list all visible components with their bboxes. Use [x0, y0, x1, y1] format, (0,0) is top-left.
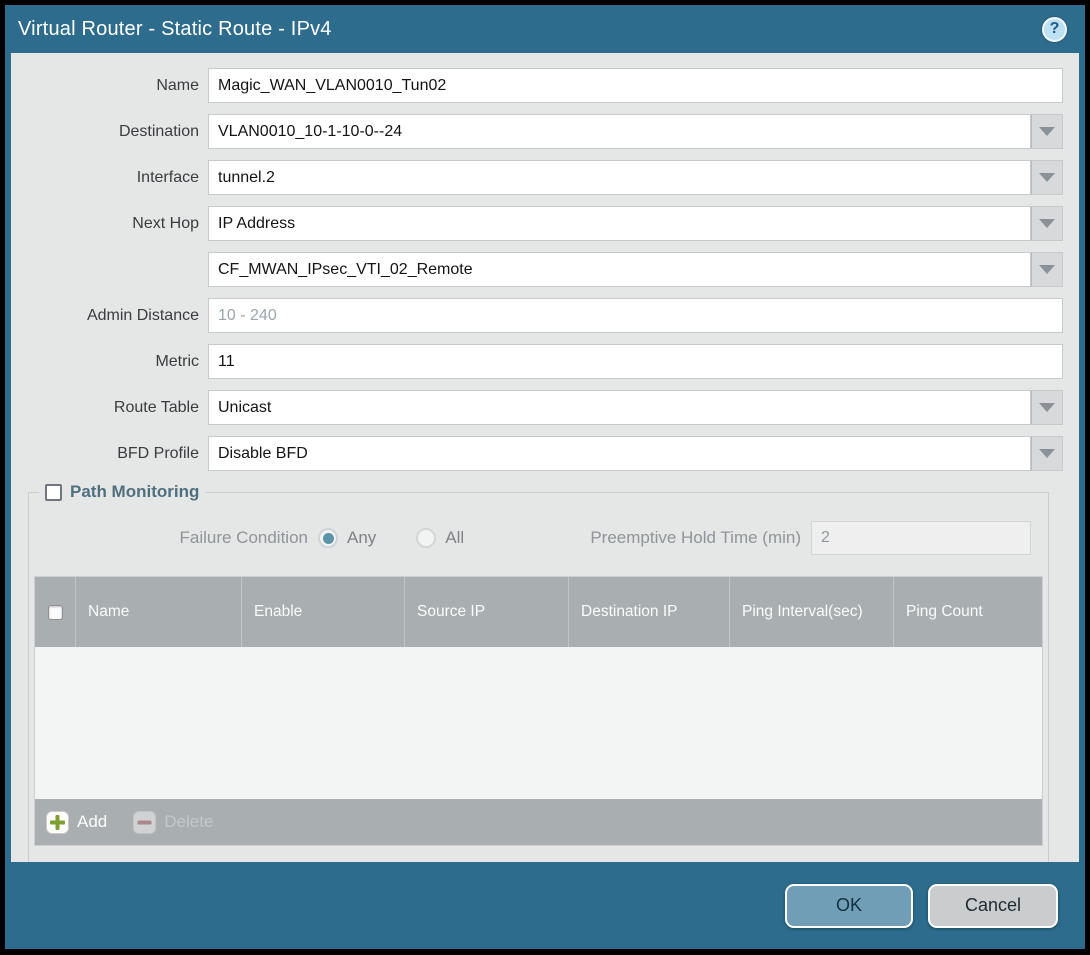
table-body-empty [35, 647, 1042, 799]
next-hop-address-dropdown-button[interactable] [1031, 252, 1063, 287]
dialog-body: Name Destination Interface [11, 53, 1079, 862]
add-button-label: Add [77, 812, 107, 832]
chevron-down-icon [1039, 449, 1055, 458]
route-table-dropdown-button[interactable] [1031, 390, 1063, 425]
chevron-down-icon [1039, 219, 1055, 228]
name-input[interactable] [208, 68, 1063, 103]
radio-all-label: All [445, 528, 464, 548]
destination-dropdown-button[interactable] [1031, 114, 1063, 149]
add-button[interactable]: Add [46, 811, 107, 834]
plus-icon [46, 811, 69, 834]
failure-condition-all-radio[interactable]: All [416, 528, 464, 548]
path-monitoring-checkbox[interactable] [45, 484, 62, 501]
column-header-ping-count[interactable]: Ping Count [893, 577, 1042, 647]
bfd-profile-input[interactable] [208, 436, 1031, 471]
delete-button-label: Delete [164, 812, 213, 832]
interface-label: Interface [11, 169, 208, 187]
column-header-name[interactable]: Name [75, 577, 241, 647]
route-table-input[interactable] [208, 390, 1031, 425]
minus-icon [133, 811, 156, 834]
ok-button[interactable]: OK [785, 884, 913, 928]
next-hop-address-row [11, 252, 1063, 287]
destination-label: Destination [11, 123, 208, 141]
preemptive-hold-time-input[interactable] [811, 521, 1031, 555]
path-monitoring-legend: Path Monitoring [39, 482, 205, 502]
bfd-profile-dropdown-button[interactable] [1031, 436, 1063, 471]
column-header-source-ip[interactable]: Source IP [404, 577, 568, 647]
path-monitoring-section: Path Monitoring Failure Condition Any Al… [28, 482, 1049, 862]
name-row: Name [11, 68, 1063, 103]
radio-icon [318, 528, 338, 548]
dialog-titlebar: Virtual Router - Static Route - IPv4 ? [5, 5, 1085, 53]
route-table-row: Route Table [11, 390, 1063, 425]
dialog-footer: OK Cancel [5, 862, 1085, 949]
destination-row: Destination [11, 114, 1063, 149]
metric-row: Metric [11, 344, 1063, 379]
route-table-label: Route Table [11, 399, 208, 417]
table-toolbar: Add Delete [35, 799, 1042, 845]
chevron-down-icon [1039, 173, 1055, 182]
failure-condition-label: Failure Condition [33, 528, 318, 548]
path-monitoring-title: Path Monitoring [70, 482, 199, 502]
select-all-column [35, 577, 75, 647]
next-hop-row: Next Hop [11, 206, 1063, 241]
next-hop-address-input[interactable] [208, 252, 1031, 287]
cancel-button[interactable]: Cancel [928, 884, 1058, 928]
chevron-down-icon [1039, 403, 1055, 412]
help-icon[interactable]: ? [1042, 17, 1067, 42]
next-hop-type-dropdown-button[interactable] [1031, 206, 1063, 241]
interface-dropdown-button[interactable] [1031, 160, 1063, 195]
dialog-title: Virtual Router - Static Route - IPv4 [18, 18, 1042, 41]
delete-button[interactable]: Delete [133, 811, 213, 834]
radio-icon [416, 528, 436, 548]
path-monitoring-table: Name Enable Source IP Destination IP Pin… [34, 576, 1043, 846]
bfd-profile-row: BFD Profile [11, 436, 1063, 471]
metric-label: Metric [11, 353, 208, 371]
admin-distance-label: Admin Distance [11, 307, 208, 325]
table-header-row: Name Enable Source IP Destination IP Pin… [35, 577, 1042, 647]
admin-distance-row: Admin Distance [11, 298, 1063, 333]
chevron-down-icon [1039, 127, 1055, 136]
preemptive-hold-time-label: Preemptive Hold Time (min) [504, 528, 811, 548]
next-hop-type-input[interactable] [208, 206, 1031, 241]
interface-row: Interface [11, 160, 1063, 195]
radio-any-label: Any [347, 528, 376, 548]
static-route-dialog: Virtual Router - Static Route - IPv4 ? N… [5, 5, 1085, 949]
destination-input[interactable] [208, 114, 1031, 149]
name-label: Name [11, 77, 208, 95]
interface-input[interactable] [208, 160, 1031, 195]
column-header-ping-interval[interactable]: Ping Interval(sec) [729, 577, 893, 647]
admin-distance-input[interactable] [208, 298, 1063, 333]
chevron-down-icon [1039, 265, 1055, 274]
metric-input[interactable] [208, 344, 1063, 379]
select-all-checkbox[interactable] [48, 605, 63, 620]
next-hop-label: Next Hop [11, 215, 208, 233]
column-header-enable[interactable]: Enable [241, 577, 404, 647]
failure-condition-any-radio[interactable]: Any [318, 528, 376, 548]
column-header-destination-ip[interactable]: Destination IP [568, 577, 729, 647]
bfd-profile-label: BFD Profile [11, 445, 208, 463]
failure-condition-row: Failure Condition Any All Preemptive Hol… [33, 520, 1044, 556]
